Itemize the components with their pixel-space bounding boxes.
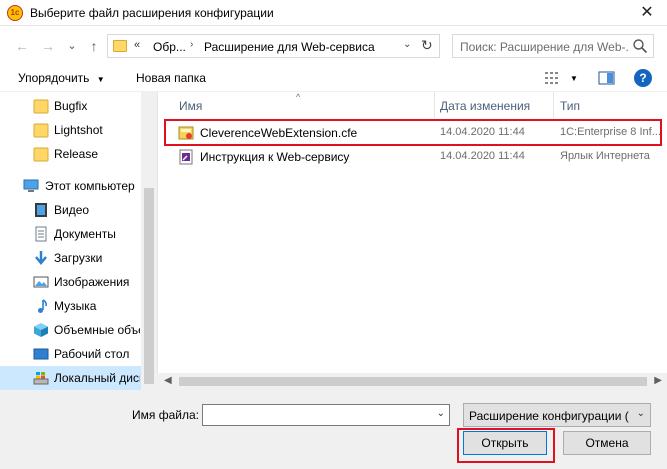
sidebar-item-label: Объемные объекты: [54, 323, 140, 337]
sidebar-item-3d-objects[interactable]: Объемные объекты: [0, 318, 141, 342]
new-folder-button[interactable]: Новая папка: [136, 71, 206, 85]
sidebar-item-this-pc[interactable]: Этот компьютер: [0, 174, 141, 198]
forward-button[interactable]: →: [38, 36, 58, 56]
file-row[interactable]: Инструкция к Web-сервису 14.04.2020 11:4…: [166, 146, 664, 168]
folder-icon: [33, 99, 49, 114]
file-type: Ярлык Интернета: [560, 150, 650, 162]
column-header-date[interactable]: Дата изменения: [435, 92, 553, 118]
app-1c-icon: 1c: [7, 5, 23, 21]
desktop-icon: [33, 348, 49, 360]
sidebar-item-label: Локальный диск (C:): [54, 371, 140, 385]
file-date: 14.04.2020 11:44: [440, 150, 525, 162]
breadcrumb-separator[interactable]: ›: [190, 39, 193, 50]
sidebar-item-downloads[interactable]: Загрузки: [0, 246, 141, 270]
recent-locations-button[interactable]: ⌄: [62, 36, 82, 56]
music-icon: [38, 299, 47, 313]
column-header-label: Имя: [179, 99, 203, 113]
file-name: Инструкция к Web-сервису: [200, 150, 350, 164]
downloads-icon: [35, 251, 47, 265]
folder-icon: [33, 123, 49, 138]
horizontal-scrollbar[interactable]: ◀ ▶: [157, 373, 667, 390]
file-name-input[interactable]: ⌄: [202, 404, 450, 426]
up-button[interactable]: ↑: [84, 36, 104, 56]
chevron-down-icon: ⌄: [636, 408, 645, 419]
organize-label: Упорядочить: [18, 71, 90, 85]
internet-shortcut-icon: [179, 149, 193, 165]
file-type-select[interactable]: Расширение конфигурации (*.cfe) ⌄: [463, 403, 651, 427]
pictures-icon: [33, 276, 49, 288]
address-dropdown-icon[interactable]: ⌄: [403, 39, 411, 50]
sidebar-item-label: Изображения: [54, 275, 130, 289]
breadcrumb-current[interactable]: Расширение для Web-сервиса: [204, 40, 375, 54]
sidebar-item-release[interactable]: Release: [0, 142, 141, 166]
sidebar-item-label: Рабочий стол: [54, 347, 130, 361]
sidebar-item-documents[interactable]: Документы: [0, 222, 141, 246]
sidebar-item-lightshot[interactable]: Lightshot: [0, 118, 141, 142]
dialog-footer: Имя файла: ⌄ Расширение конфигурации (*.…: [0, 390, 667, 469]
column-header-type[interactable]: Тип: [554, 92, 667, 118]
sidebar-item-label: Lightshot: [54, 123, 103, 137]
sidebar-item-video[interactable]: Видео: [0, 198, 141, 222]
refresh-icon[interactable]: ↻: [421, 37, 433, 54]
file-name-label: Имя файла:: [132, 408, 199, 422]
cancel-button[interactable]: Отмена: [563, 431, 651, 455]
chevron-down-icon[interactable]: ⌄: [437, 408, 445, 419]
close-button[interactable]: ✕: [635, 3, 659, 23]
view-dropdown-icon[interactable]: ▼: [570, 74, 578, 83]
computer-icon: [23, 179, 39, 192]
sidebar-item-music[interactable]: Музыка: [0, 294, 141, 318]
sidebar-item-label: Загрузки: [54, 251, 103, 265]
column-header-name[interactable]: Имя: [158, 92, 434, 118]
scrollbar-thumb[interactable]: [179, 377, 647, 386]
command-bar: Упорядочить ▼ Новая папка ▼ ?: [0, 66, 667, 92]
organize-button[interactable]: Упорядочить ▼: [18, 71, 105, 85]
address-bar[interactable]: « Обр... › Расширение для Web-сервиса ⌄ …: [107, 34, 440, 58]
sidebar-item-local-disk[interactable]: Локальный диск (C:): [0, 366, 141, 390]
breadcrumb-segment[interactable]: Обр...: [153, 40, 186, 54]
window-title: Выберите файл расширения конфигурации: [30, 6, 274, 20]
documents-icon: [35, 226, 47, 242]
sidebar-item-label: Release: [54, 147, 99, 161]
column-header-label: Дата изменения: [440, 99, 531, 113]
scroll-left-icon[interactable]: ◀: [164, 375, 172, 386]
file-type-value: Расширение конфигурации (*.cfe): [469, 409, 629, 423]
sidebar-item-pictures[interactable]: Изображения: [0, 270, 141, 294]
column-header-label: Тип: [560, 99, 581, 113]
folder-icon: [113, 40, 127, 52]
sidebar-item-label: Этот компьютер: [45, 179, 135, 193]
view-options-icon[interactable]: [544, 70, 562, 86]
address-overflow[interactable]: «: [134, 39, 140, 51]
search-icon: [633, 39, 648, 54]
sidebar-item-label: Bugfix: [54, 99, 88, 113]
scroll-right-icon[interactable]: ▶: [654, 375, 662, 386]
sidebar-item-label: Музыка: [54, 299, 97, 313]
scrollbar-thumb[interactable]: [144, 188, 154, 384]
folder-icon: [33, 147, 49, 162]
preview-pane-icon[interactable]: [598, 70, 616, 86]
chevron-down-icon: ▼: [96, 75, 105, 84]
3d-objects-icon: [34, 323, 48, 337]
video-icon: [35, 203, 47, 217]
back-button[interactable]: ←: [12, 36, 32, 56]
sidebar-item-label: Документы: [54, 227, 116, 241]
help-icon[interactable]: ?: [634, 69, 652, 87]
drive-icon: [33, 372, 49, 385]
highlight-annotation: [457, 428, 555, 463]
highlight-annotation: [164, 119, 662, 146]
navigation-bar: ← → ⌄ ↑ « Обр... › Расширение для Web-се…: [0, 26, 667, 66]
sidebar-scrollbar[interactable]: [141, 92, 157, 390]
sidebar-item-desktop[interactable]: Рабочий стол: [0, 342, 141, 366]
sidebar-item-label: Видео: [54, 203, 90, 217]
navigation-pane[interactable]: Bugfix Lightshot Release Этот компьютер …: [0, 92, 157, 390]
title-bar: 1c Выберите файл расширения конфигурации…: [0, 0, 667, 26]
search-placeholder: Поиск: Расширение для Web-...: [460, 40, 630, 54]
sidebar-item-bugfix[interactable]: Bugfix: [0, 94, 141, 118]
search-input[interactable]: Поиск: Расширение для Web-...: [452, 34, 654, 58]
